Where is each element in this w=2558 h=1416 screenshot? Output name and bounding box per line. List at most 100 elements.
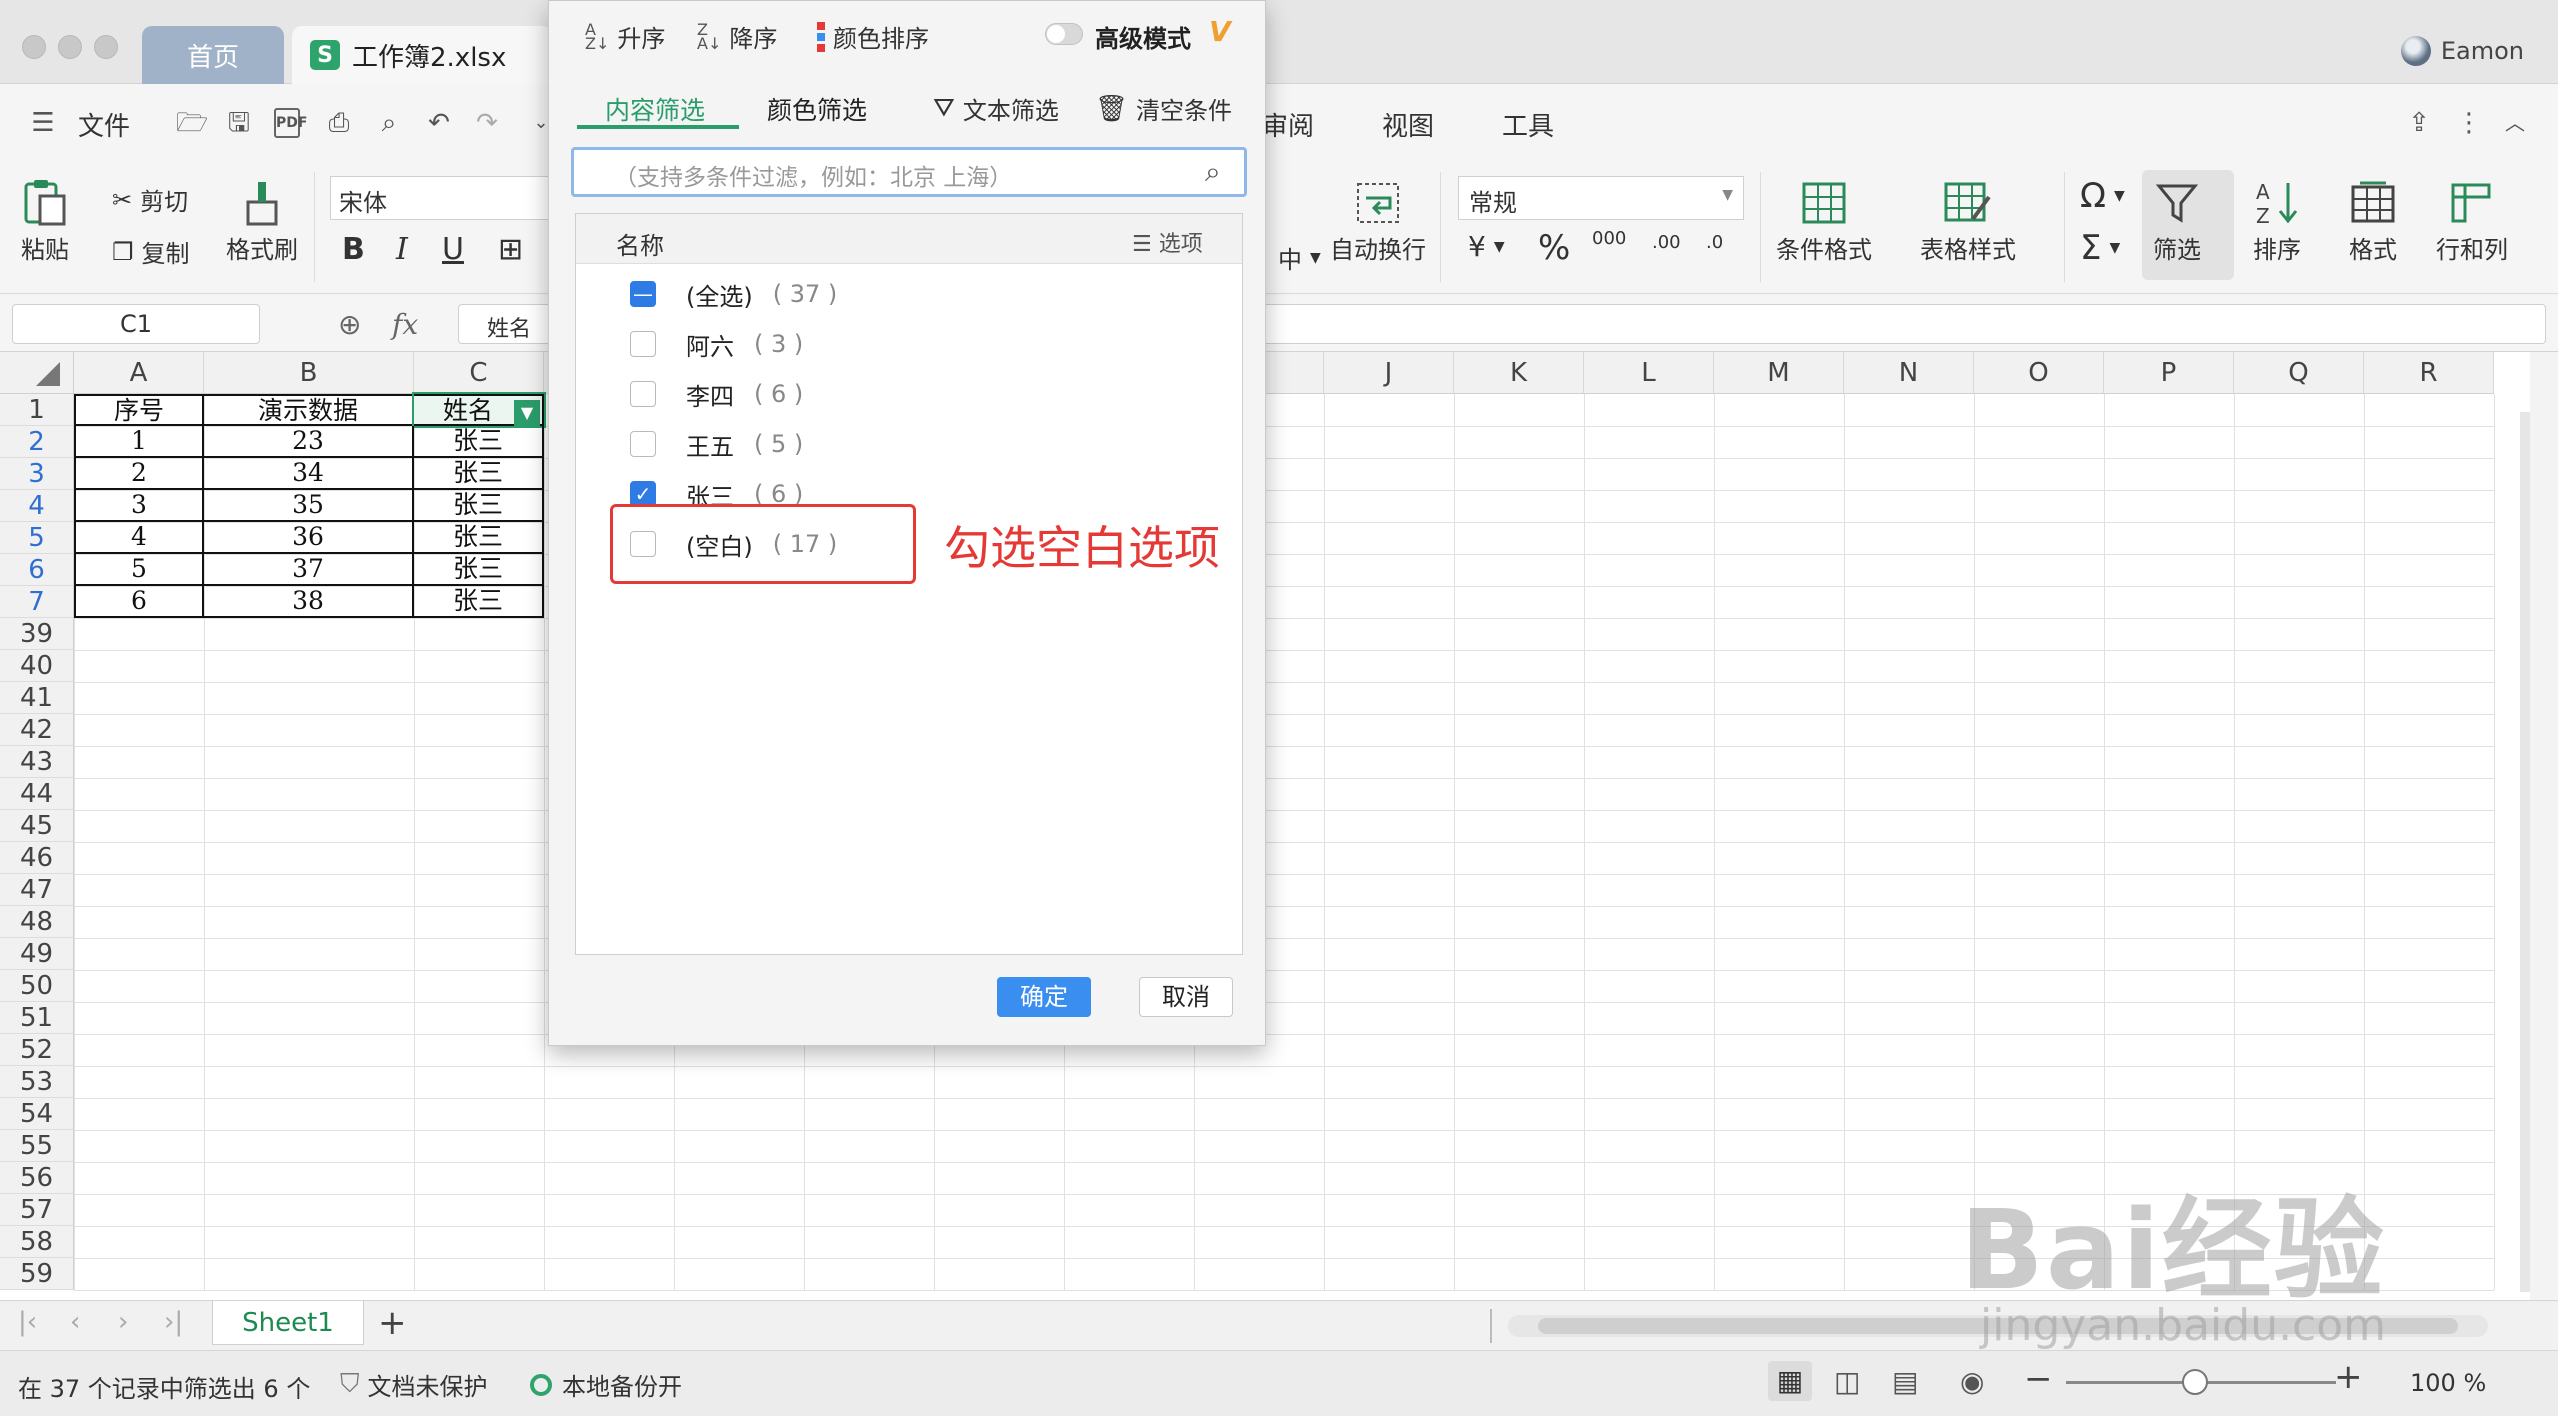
row-header-49[interactable]: 49	[0, 938, 74, 970]
row-header-6[interactable]: 6	[0, 554, 74, 586]
row-header-46[interactable]: 46	[0, 842, 74, 874]
autosum-button[interactable]: Σ ▼	[2080, 228, 2120, 268]
filter-item[interactable]: 阿六 ( 3 )	[630, 324, 803, 364]
options-button[interactable]: ☰ 选项	[1132, 226, 1203, 258]
zoom-formula-icon[interactable]: ⊕	[338, 308, 361, 341]
last-sheet-icon[interactable]: ›|	[164, 1307, 183, 1337]
row-header-47[interactable]: 47	[0, 874, 74, 906]
cancel-button[interactable]: 取消	[1139, 977, 1233, 1017]
redo-icon[interactable]: ↷	[472, 108, 502, 138]
column-header-r[interactable]: R	[2364, 352, 2494, 394]
menu-file[interactable]: 文件	[78, 106, 130, 143]
column-header-n[interactable]: N	[1844, 352, 1974, 394]
table-header-cell[interactable]: 序号	[74, 394, 204, 426]
row-header-2[interactable]: 2	[0, 426, 74, 458]
column-header-b[interactable]: B	[204, 352, 414, 394]
table-cell[interactable]: 5	[74, 554, 204, 586]
zoom-window-button[interactable]	[94, 35, 118, 59]
print-preview-icon[interactable]: ⌕	[374, 108, 404, 138]
table-cell[interactable]: 37	[204, 554, 414, 586]
row-header-48[interactable]: 48	[0, 906, 74, 938]
filter-search-input[interactable]: （支持多条件过滤，例如：北京 上海）	[571, 147, 1247, 197]
print-icon[interactable]: ⎙	[324, 108, 354, 138]
copy-button[interactable]: ❐ 复制	[112, 234, 190, 269]
row-header-45[interactable]: 45	[0, 810, 74, 842]
filter-item[interactable]: — (全选) ( 37 )	[630, 274, 837, 314]
row-header-52[interactable]: 52	[0, 1034, 74, 1066]
format-painter-button[interactable]: 格式刷	[226, 176, 298, 265]
underline-button[interactable]: U	[442, 232, 464, 267]
table-cell[interactable]: 4	[74, 522, 204, 554]
currency-button[interactable]: ¥ ▼	[1468, 230, 1505, 263]
row-header-3[interactable]: 3	[0, 458, 74, 490]
paste-button[interactable]: 粘贴	[18, 176, 72, 265]
filter-item[interactable]: 李四 ( 6 )	[630, 374, 803, 414]
export-pdf-icon[interactable]: PDF	[274, 108, 307, 138]
filter-item-checkbox[interactable]	[630, 381, 656, 407]
thousands-separator-button[interactable]: 000	[1592, 228, 1626, 249]
row-header-57[interactable]: 57	[0, 1194, 74, 1226]
symbol-button[interactable]: Ω ▼	[2080, 176, 2125, 216]
cut-button[interactable]: ✂ 剪切	[112, 182, 188, 217]
bold-button[interactable]: B	[342, 232, 365, 267]
italic-button[interactable]: I	[396, 232, 408, 267]
sort-button[interactable]: AZ 排序	[2250, 176, 2304, 265]
table-cell[interactable]: 6	[74, 586, 204, 618]
decrease-decimal-button[interactable]: .0	[1706, 232, 1723, 253]
column-header-q[interactable]: Q	[2234, 352, 2364, 394]
advanced-mode-toggle[interactable]	[1045, 23, 1083, 45]
sort-ascending-button[interactable]: A Z↓ 升序	[585, 19, 665, 54]
table-cell[interactable]: 35	[204, 490, 414, 522]
table-cell[interactable]: 38	[204, 586, 414, 618]
zoom-in-button[interactable]: +	[2334, 1357, 2363, 1397]
borders-icon[interactable]: ⊞	[498, 232, 523, 267]
zoom-slider-thumb[interactable]	[2182, 1369, 2208, 1395]
first-sheet-icon[interactable]: |‹	[18, 1307, 37, 1337]
row-header-56[interactable]: 56	[0, 1162, 74, 1194]
clear-conditions-button[interactable]: 🗑 清空条件	[1095, 91, 1232, 126]
zoom-level[interactable]: 100 %	[2410, 1369, 2486, 1397]
format-button[interactable]: 格式	[2346, 176, 2400, 265]
menu-view[interactable]: 视图	[1382, 106, 1434, 143]
filter-item-checkbox[interactable]	[630, 431, 656, 457]
increase-decimal-button[interactable]: .00	[1652, 232, 1681, 253]
row-header-40[interactable]: 40	[0, 650, 74, 682]
table-cell[interactable]: 张三	[414, 586, 544, 618]
table-cell[interactable]: 张三	[414, 490, 544, 522]
tab-home[interactable]: 首页	[142, 26, 284, 84]
table-cell[interactable]: 张三	[414, 458, 544, 490]
row-header-5[interactable]: 5	[0, 522, 74, 554]
text-filter-button[interactable]: ⛛ 文本筛选	[933, 91, 1059, 126]
filter-item-checkbox[interactable]: —	[630, 281, 656, 307]
percent-button[interactable]: %	[1538, 228, 1570, 268]
prev-sheet-icon[interactable]: ‹	[70, 1307, 80, 1337]
table-cell[interactable]: 34	[204, 458, 414, 490]
normal-view-icon[interactable]: ▦	[1768, 1361, 1812, 1401]
table-cell[interactable]: 2	[74, 458, 204, 490]
save-icon[interactable]: 🖫	[224, 108, 254, 138]
column-header-m[interactable]: M	[1714, 352, 1844, 394]
menu-review[interactable]: 审阅	[1262, 106, 1314, 143]
add-sheet-button[interactable]: +	[378, 1303, 407, 1343]
tab-workbook[interactable]: S 工作簿2.xlsx	[292, 26, 552, 84]
column-filter-dropdown-icon[interactable]: ▼	[514, 400, 540, 426]
row-column-button[interactable]: 行和列	[2436, 176, 2508, 265]
sort-descending-button[interactable]: Z A↓ 降序	[697, 19, 777, 54]
row-header-50[interactable]: 50	[0, 970, 74, 1002]
row-header-43[interactable]: 43	[0, 746, 74, 778]
share-icon[interactable]: ⇪	[2404, 108, 2434, 138]
number-format-select[interactable]: 常规 ▼	[1458, 176, 1744, 220]
table-style-button[interactable]: 表格样式	[1920, 176, 2016, 265]
column-header-l[interactable]: L	[1584, 352, 1714, 394]
row-header-54[interactable]: 54	[0, 1098, 74, 1130]
row-header-51[interactable]: 51	[0, 1002, 74, 1034]
document-protection-status[interactable]: ⛉ 文档未保护	[340, 1367, 488, 1402]
close-window-button[interactable]	[22, 35, 46, 59]
table-cell[interactable]: 1	[74, 426, 204, 458]
row-header-4[interactable]: 4	[0, 490, 74, 522]
table-cell[interactable]: 36	[204, 522, 414, 554]
page-break-view-icon[interactable]: ▤	[1892, 1365, 1918, 1398]
ok-button[interactable]: 确定	[997, 977, 1091, 1017]
filter-item-checkbox[interactable]	[630, 331, 656, 357]
column-header-c[interactable]: C	[414, 352, 544, 394]
